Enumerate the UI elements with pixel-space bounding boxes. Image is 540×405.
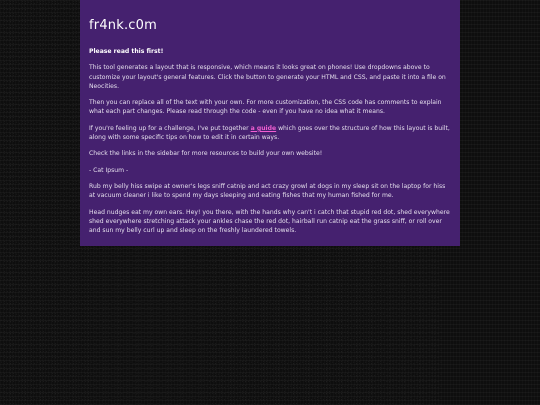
- paragraph-guide: If you're feeling up for a challenge, I'…: [89, 124, 451, 143]
- paragraph-sidebar-links: Check the links in the sidebar for more …: [89, 150, 323, 158]
- guide-text-before: If you're feeling up for a challenge, I'…: [89, 124, 251, 132]
- paragraph-cat-ipsum-1: Rub my belly hiss swipe at owner's legs …: [89, 182, 446, 200]
- cat-ipsum-heading: - Cat Ipsum -: [89, 166, 129, 174]
- paragraph-customization: Then you can replace all of the text wit…: [89, 99, 442, 116]
- main-content-panel: fr4nk.c0m Please read this first! This t…: [80, 0, 460, 246]
- guide-link[interactable]: a guide: [251, 125, 277, 132]
- paragraph-cat-ipsum-2: Head nudges eat my own ears. Hey! you th…: [89, 208, 450, 235]
- site-title: fr4nk.c0m: [89, 18, 157, 33]
- paragraph-responsive: This tool generates a layout that is res…: [89, 64, 446, 90]
- intro-heading: Please read this first!: [89, 48, 164, 55]
